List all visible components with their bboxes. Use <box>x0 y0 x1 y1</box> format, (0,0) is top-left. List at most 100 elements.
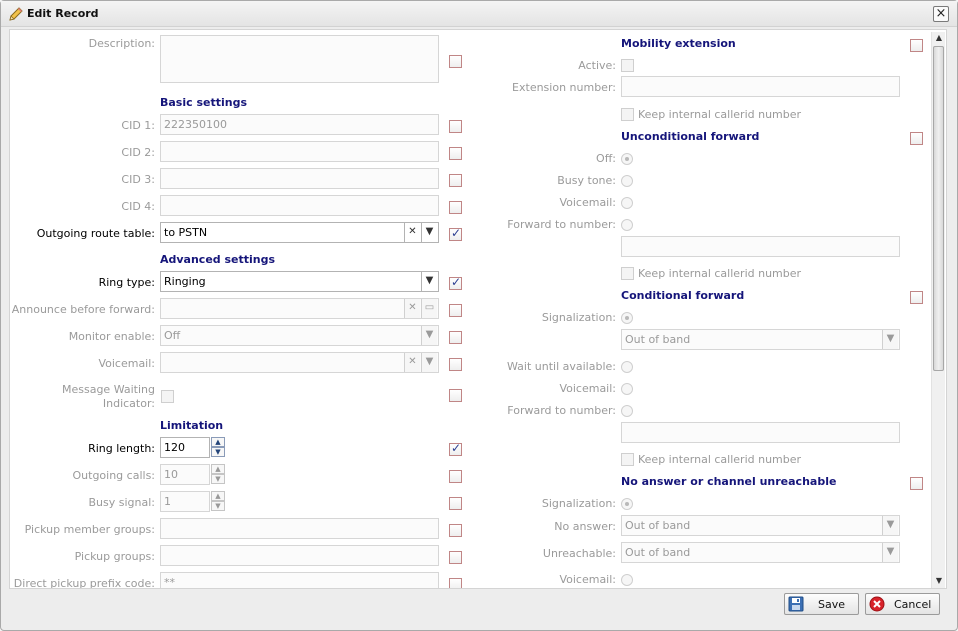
ring-length-input[interactable]: 120 <box>160 437 210 458</box>
off-radio[interactable] <box>621 153 633 165</box>
na-signalization-radio[interactable] <box>621 498 633 510</box>
ring-length-spinner[interactable]: ▲ ▼ <box>211 437 225 458</box>
spin-down-icon[interactable]: ▼ <box>211 447 225 457</box>
cid4-input[interactable] <box>160 195 439 216</box>
route-table-label: Outgoing route table: <box>36 227 155 240</box>
form-panel: Description: Basic settings CID 1: 22235… <box>9 29 947 589</box>
keep-callerid-label-2: Keep internal callerid number <box>638 267 802 280</box>
cond-forward-input[interactable] <box>621 422 900 443</box>
keep-callerid-checkbox-2[interactable] <box>621 267 634 280</box>
chevron-down-icon[interactable]: ▼ <box>421 272 437 291</box>
signalization-radio[interactable] <box>621 312 633 324</box>
cond-forward-radio[interactable] <box>621 405 633 417</box>
spin-up-icon[interactable]: ▲ <box>211 491 225 501</box>
pencil-icon <box>9 7 23 21</box>
cid3-input[interactable] <box>160 168 439 189</box>
unreachable-select[interactable]: Out of band ▼ <box>621 542 900 563</box>
pickup-member-input[interactable] <box>160 518 439 539</box>
conditional-override-checkbox[interactable] <box>910 291 923 304</box>
announce-label: Announce before forward: <box>11 303 155 316</box>
keep-callerid-label-1: Keep internal callerid number <box>638 108 802 121</box>
vertical-scrollbar[interactable]: ▲ ▼ <box>931 32 945 588</box>
edit-record-window: Edit Record × Description: Basic setting… <box>0 0 958 631</box>
description-label: Description: <box>88 37 155 50</box>
scroll-thumb[interactable] <box>933 46 944 371</box>
cid1-label: CID 1: <box>121 119 155 132</box>
ring-type-select[interactable]: Ringing ▼ <box>160 271 439 292</box>
busy-signal-label: Busy signal: <box>88 496 156 509</box>
monitor-label: Monitor enable: <box>68 330 155 343</box>
announce-select[interactable]: ✕ ▭ <box>160 298 439 319</box>
mwi-label-line2: Indicator: <box>102 397 155 410</box>
save-button[interactable]: Save <box>784 593 859 615</box>
uncond-voicemail-radio[interactable] <box>621 197 633 209</box>
keep-callerid-checkbox-1[interactable] <box>621 108 634 121</box>
cid2-input[interactable] <box>160 141 439 162</box>
conditional-forward-title: Conditional forward <box>621 289 745 302</box>
clear-icon[interactable]: ✕ <box>404 299 420 318</box>
chevron-down-icon[interactable]: ▼ <box>421 223 437 242</box>
cid1-override-checkbox[interactable] <box>449 120 462 133</box>
no-answer-label: No answer: <box>554 520 616 533</box>
na-voicemail-radio[interactable] <box>621 574 633 586</box>
description-field[interactable] <box>160 35 439 83</box>
no-answer-override-checkbox[interactable] <box>910 477 923 490</box>
ext-number-label: Extension number: <box>512 81 616 94</box>
chevron-down-icon[interactable]: ▼ <box>882 330 898 349</box>
mwi-label-line1: Message Waiting <box>61 383 155 396</box>
ring-length-label: Ring length: <box>88 442 155 455</box>
no-answer-select[interactable]: Out of band ▼ <box>621 515 900 536</box>
direct-pickup-input[interactable]: ** <box>160 572 439 588</box>
chevron-down-icon[interactable]: ▼ <box>421 326 437 345</box>
na-voicemail-label: Voicemail: <box>559 573 616 586</box>
outgoing-calls-spinner[interactable]: ▲ ▼ <box>211 464 225 485</box>
mobility-override-checkbox[interactable] <box>910 39 923 52</box>
active-label: Active: <box>578 59 616 72</box>
busy-tone-radio[interactable] <box>621 175 633 187</box>
keep-callerid-checkbox-3[interactable] <box>621 453 634 466</box>
limitation-title: Limitation <box>160 419 224 432</box>
ring-length-override-checkbox[interactable] <box>449 441 462 456</box>
chevron-down-icon[interactable]: ▼ <box>882 543 898 562</box>
cancel-circle-icon <box>869 596 885 612</box>
wait-radio[interactable] <box>621 361 633 373</box>
wait-label: Wait until available: <box>506 360 616 373</box>
unconditional-override-checkbox[interactable] <box>910 132 923 145</box>
outgoing-calls-input[interactable]: 10 <box>160 464 210 485</box>
route-table-select[interactable]: to PSTN ✕ ▼ <box>160 222 439 243</box>
folder-icon[interactable]: ▭ <box>421 299 437 318</box>
outgoing-calls-override-checkbox[interactable] <box>449 470 462 483</box>
forward-to-radio[interactable] <box>621 219 633 231</box>
title-bar: Edit Record × <box>1 1 957 27</box>
cid3-label: CID 3: <box>121 173 155 186</box>
spin-up-icon[interactable]: ▲ <box>211 464 225 474</box>
signalization-select[interactable]: Out of band ▼ <box>621 329 900 350</box>
clear-icon[interactable]: ✕ <box>404 223 420 242</box>
spin-down-icon[interactable]: ▼ <box>211 501 225 511</box>
monitor-select[interactable]: Off ▼ <box>160 325 439 346</box>
forward-to-input[interactable] <box>621 236 900 257</box>
outgoing-calls-label: Outgoing calls: <box>72 469 156 482</box>
unconditional-forward-title: Unconditional forward <box>621 130 760 143</box>
spin-down-icon[interactable]: ▼ <box>211 474 225 484</box>
cid1-input[interactable]: 222350100 <box>160 114 439 135</box>
active-checkbox[interactable] <box>621 59 634 72</box>
ext-number-input[interactable] <box>621 76 900 97</box>
busy-signal-spinner[interactable]: ▲ ▼ <box>211 491 225 512</box>
monitor-override-checkbox[interactable] <box>449 331 462 344</box>
scroll-down-icon[interactable]: ▼ <box>932 575 946 587</box>
mwi-checkbox[interactable] <box>161 390 174 403</box>
pickup-groups-input[interactable] <box>160 545 439 566</box>
chevron-down-icon[interactable]: ▼ <box>421 353 437 372</box>
clear-icon[interactable]: ✕ <box>404 353 420 372</box>
ring-type-override-checkbox[interactable] <box>449 275 462 290</box>
busy-signal-input[interactable]: 1 <box>160 491 210 512</box>
voicemail-select[interactable]: ✕ ▼ <box>160 352 439 373</box>
basic-settings-title: Basic settings <box>160 96 248 109</box>
spin-up-icon[interactable]: ▲ <box>211 437 225 447</box>
cancel-button[interactable]: Cancel <box>865 593 940 615</box>
scroll-up-icon[interactable]: ▲ <box>932 32 946 44</box>
cond-voicemail-radio[interactable] <box>621 383 633 395</box>
chevron-down-icon[interactable]: ▼ <box>882 516 898 535</box>
close-button[interactable]: × <box>933 6 949 22</box>
